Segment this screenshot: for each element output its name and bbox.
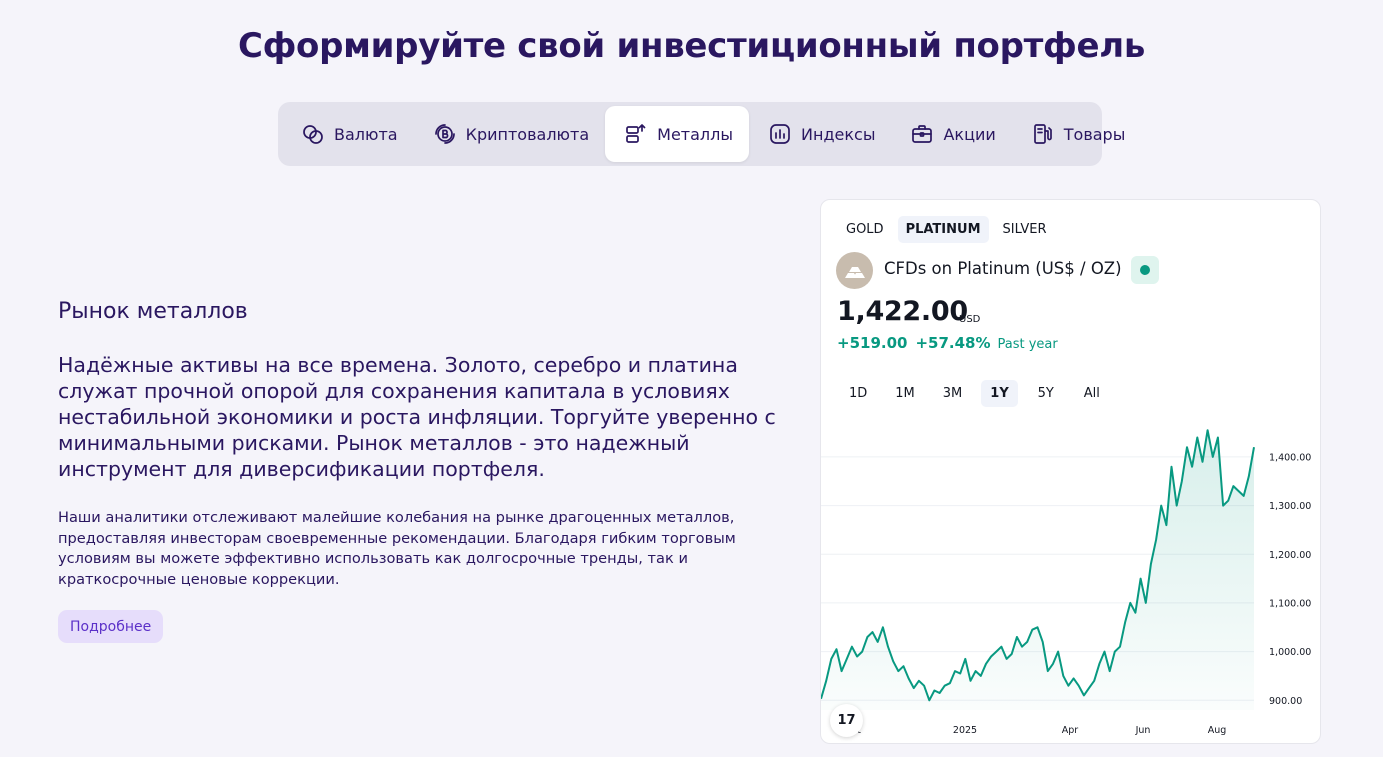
tab-label: Акции [943, 124, 996, 144]
change-percent: +57.48% [915, 334, 991, 352]
page-title: Сформируйте свой инвестиционный портфель [237, 26, 1146, 66]
x-tick-label: Aug [1208, 725, 1227, 736]
y-tick-label: 1,000.00 [1269, 647, 1311, 658]
y-tick-label: 1,200.00 [1269, 550, 1311, 561]
more-button[interactable]: Подробнее [58, 610, 164, 643]
price-currency: USD [959, 314, 981, 325]
x-tick-label: 2025 [953, 725, 977, 736]
tab-commodities[interactable]: Товары [1012, 106, 1142, 162]
range-1y[interactable]: 1Y [981, 380, 1018, 407]
tab-label: Криптовалюта [465, 124, 590, 144]
y-tick-label: 1,300.00 [1269, 501, 1311, 512]
range-5y[interactable]: 5Y [1028, 380, 1064, 407]
range-all[interactable]: All [1074, 380, 1110, 407]
tab-label: Валюта [334, 124, 398, 144]
x-tick-label: Jun [1135, 725, 1151, 736]
indices-icon [767, 121, 793, 147]
section-heading: Рынок металлов [58, 299, 248, 324]
price-area [821, 430, 1254, 710]
crypto-icon [432, 121, 458, 147]
price-chart[interactable]: 900.00 1,000.00 1,100.00 1,200.00 1,300.00 1,… [821, 410, 1321, 744]
tab-indices[interactable]: Индексы [749, 106, 891, 162]
market-status-badge [1131, 256, 1159, 284]
platinum-bars-icon [836, 252, 873, 289]
metal-tabs: GOLD PLATINUM SILVER [838, 216, 1061, 243]
current-price: 1,422.00 [837, 296, 968, 327]
range-selector: 1D 1M 3M 1Y 5Y All [840, 380, 1120, 407]
metals-icon [623, 121, 649, 147]
range-3m[interactable]: 3M [934, 380, 972, 407]
tab-currency[interactable]: Валюта [282, 106, 414, 162]
x-tick-label: Apr [1062, 725, 1079, 736]
body-paragraph: Наши аналитики отслеживают малейшие коле… [58, 509, 736, 588]
tab-stocks[interactable]: Акции [891, 106, 1011, 162]
tradingview-logo[interactable]: 17 [830, 704, 863, 737]
y-tick-label: 900.00 [1269, 696, 1302, 707]
metal-tab-silver[interactable]: SILVER [995, 216, 1055, 243]
commodities-icon [1030, 121, 1056, 147]
tab-crypto[interactable]: Криптовалюта [414, 106, 606, 162]
change-period: Past year [997, 337, 1058, 352]
change-absolute: +519.00 [837, 334, 908, 352]
tab-label: Товары [1063, 124, 1126, 144]
tab-metals[interactable]: Металлы [605, 106, 750, 162]
range-1m[interactable]: 1M [886, 380, 924, 407]
lead-paragraph: Надёжные активы на все времена. Золото, … [58, 353, 776, 481]
asset-class-tabs: Валюта Криптовалюта Металлы Индексы Акци… [278, 102, 1125, 166]
price-change: +519.00 +57.48% Past year [837, 334, 1058, 352]
currency-icon [300, 121, 326, 147]
price-widget: GOLD PLATINUM SILVER CFDs on Platinum (U… [820, 199, 1321, 744]
range-1d[interactable]: 1D [840, 380, 876, 407]
tab-label: Индексы [801, 124, 876, 144]
stocks-icon [909, 121, 935, 147]
tab-label: Металлы [657, 124, 734, 144]
status-dot [1140, 265, 1150, 275]
symbol-name: CFDs on Platinum (US$ / OZ) [884, 259, 1122, 278]
y-tick-label: 1,100.00 [1269, 598, 1311, 609]
metal-tab-gold[interactable]: GOLD [838, 216, 892, 243]
y-tick-label: 1,400.00 [1269, 452, 1311, 463]
metal-tab-platinum[interactable]: PLATINUM [897, 216, 989, 243]
